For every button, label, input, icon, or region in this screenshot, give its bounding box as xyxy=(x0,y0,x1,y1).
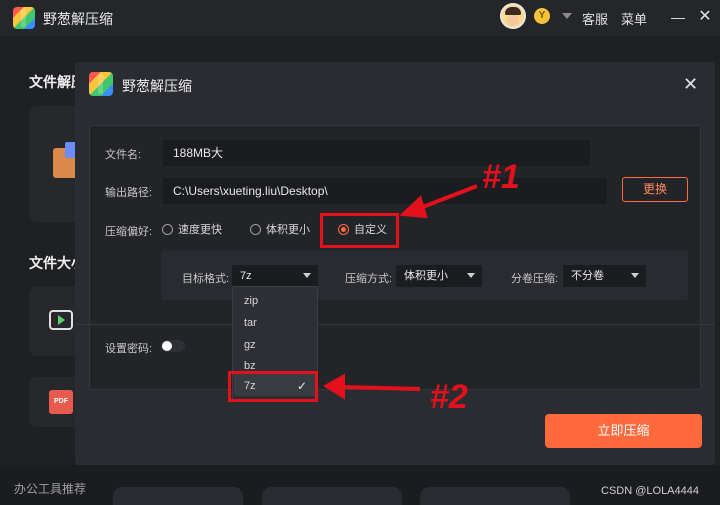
arrow-1-line xyxy=(414,184,478,212)
arrow-2-line xyxy=(339,385,421,391)
annotation-label-1: #1 xyxy=(482,158,520,196)
annotation-label-2: #2 xyxy=(430,378,468,416)
arrow-2-head xyxy=(323,373,345,400)
arrow-1-head xyxy=(399,195,428,219)
annotation-arrows xyxy=(323,184,478,400)
